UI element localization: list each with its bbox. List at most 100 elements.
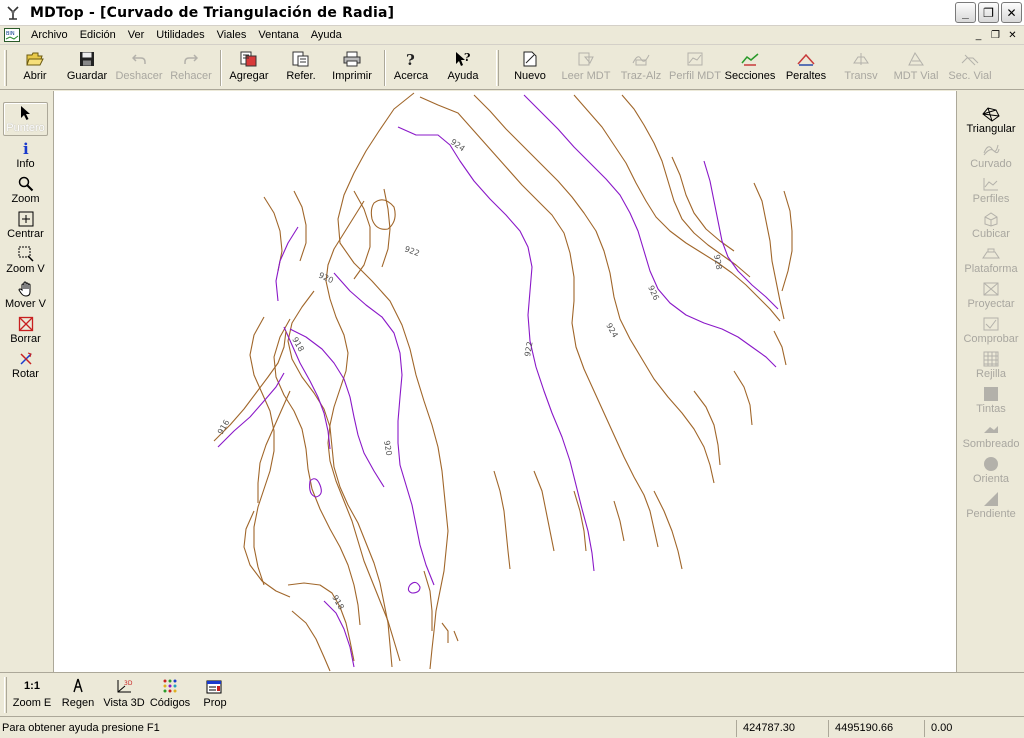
rotar-tool[interactable]: Rotar <box>3 350 48 380</box>
zoom-e-button[interactable]: 1:1 Zoom E <box>13 677 52 713</box>
rehacer-button[interactable]: Rehacer <box>168 50 214 86</box>
toolbar-grip[interactable] <box>4 677 7 713</box>
refer-button[interactable]: Refer. <box>283 50 319 86</box>
rejilla-tool[interactable]: Rejilla <box>961 350 1021 380</box>
leer-mdt-button[interactable]: Leer MDT <box>560 50 612 86</box>
contour-line <box>473 94 715 484</box>
pendiente-label: Pendiente <box>966 508 1016 520</box>
orienta-tool[interactable]: Orienta <box>961 455 1021 485</box>
contour-label: 920 <box>382 440 394 457</box>
perfiles-tool[interactable]: Perfiles <box>961 175 1021 205</box>
main-toolbar: Abrir Guardar Deshacer Rehacer Agregar R… <box>0 46 1024 90</box>
pendiente-tool[interactable]: Pendiente <box>961 490 1021 520</box>
proyectar-tool[interactable]: Proyectar <box>961 280 1021 310</box>
mdi-restore-button[interactable]: ❐ <box>988 28 1003 42</box>
status-y-coordinate: 4495190.66 <box>828 720 924 737</box>
contour-line <box>533 470 555 552</box>
contour-label: 918 <box>290 336 305 354</box>
ayuda-button[interactable]: ? Ayuda <box>444 50 482 86</box>
contour-label: 916 <box>216 418 231 436</box>
mdi-close-button[interactable]: ✕ <box>1005 28 1020 42</box>
tintas-tool[interactable]: Tintas <box>961 385 1021 415</box>
peraltes-button[interactable]: Peraltes <box>783 50 829 86</box>
codigos-button[interactable]: Códigos <box>150 677 190 713</box>
plataforma-tool[interactable]: Plataforma <box>961 245 1021 275</box>
tint-icon <box>983 385 999 403</box>
ayuda-label: Ayuda <box>447 70 479 82</box>
menu-ver[interactable]: Ver <box>122 27 151 44</box>
contour-line <box>323 600 355 668</box>
toolbar-grip[interactable] <box>496 50 499 86</box>
zoom-v-tool[interactable]: Zoom V <box>3 245 48 275</box>
prop-label: Prop <box>203 697 227 709</box>
sec-vial-button[interactable]: Sec. Vial <box>948 50 992 86</box>
cubicar-tool[interactable]: Cubicar <box>961 210 1021 240</box>
center-icon <box>18 210 34 228</box>
contour-line <box>275 226 299 302</box>
svg-text:3D: 3D <box>124 680 133 687</box>
imprimir-button[interactable]: Imprimir <box>330 50 374 86</box>
svg-text:?: ? <box>464 51 470 64</box>
svg-text:?: ? <box>406 51 415 67</box>
superelevation-icon <box>797 50 815 68</box>
drawing-canvas[interactable]: 924 922 920 918 916 922 924 926 928 920 … <box>54 91 956 672</box>
window-title: MDTop - [Curvado de Triangulación de Rad… <box>30 4 395 21</box>
puntero-tool[interactable]: Puntero <box>3 102 48 136</box>
help-pointer-icon: ? <box>454 50 472 68</box>
centrar-tool[interactable]: Centrar <box>3 210 48 240</box>
profile-icon <box>686 50 704 68</box>
deshacer-button[interactable]: Deshacer <box>114 50 164 86</box>
maximize-button[interactable]: ❐ <box>978 2 999 23</box>
comprobar-tool[interactable]: Comprobar <box>961 315 1021 345</box>
reference-icon <box>292 50 310 68</box>
zoom-v-label: Zoom V <box>6 263 45 275</box>
rejilla-label: Rejilla <box>976 368 1006 380</box>
rehacer-label: Rehacer <box>170 70 212 82</box>
sombreado-tool[interactable]: Sombreado <box>961 420 1021 450</box>
info-tool[interactable]: i Info <box>3 140 48 170</box>
info-icon: i <box>22 140 30 158</box>
close-button[interactable]: ✕ <box>1001 2 1022 23</box>
contour-label: 918 <box>330 594 345 612</box>
app-icon[interactable] <box>4 4 22 22</box>
secciones-button[interactable]: Secciones <box>724 50 776 86</box>
deshacer-label: Deshacer <box>115 70 163 82</box>
perfil-mdt-button[interactable]: Perfil MDT <box>669 50 721 86</box>
guardar-button[interactable]: Guardar <box>64 50 110 86</box>
acerca-button[interactable]: ? Acerca <box>392 50 430 86</box>
prop-button[interactable]: Prop <box>200 677 230 713</box>
secciones-label: Secciones <box>724 70 776 82</box>
menu-viales[interactable]: Viales <box>211 27 253 44</box>
borrar-label: Borrar <box>10 333 41 345</box>
mdt-vial-button[interactable]: MDT Vial <box>893 50 939 86</box>
menu-utilidades[interactable]: Utilidades <box>150 27 210 44</box>
borrar-tool[interactable]: Borrar <box>3 315 48 345</box>
document-icon[interactable]: BIN <box>3 27 21 43</box>
minimize-button[interactable]: _ <box>955 2 976 23</box>
leer-mdt-label: Leer MDT <box>561 70 611 82</box>
menu-ventana[interactable]: Ventana <box>252 27 304 44</box>
regen-button[interactable]: Regen <box>60 677 96 713</box>
traz-alz-button[interactable]: Traz-Alz <box>619 50 663 86</box>
triangular-tool[interactable]: Triangular <box>961 105 1021 135</box>
contour-line <box>671 156 735 252</box>
bottom-toolbar: 1:1 Zoom E Regen 3D Vista 3D Códigos Pro… <box>0 672 1024 716</box>
regen-icon <box>72 677 84 695</box>
mdi-minimize-button[interactable]: _ <box>971 28 986 42</box>
plataforma-label: Plataforma <box>964 263 1018 275</box>
agregar-button[interactable]: Agregar <box>228 50 270 86</box>
menu-ayuda[interactable]: Ayuda <box>305 27 348 44</box>
toolbar-grip[interactable] <box>4 50 7 86</box>
transv-button[interactable]: Transv <box>842 50 880 86</box>
contour-line <box>263 196 283 272</box>
zoom-tool[interactable]: Zoom <box>3 175 48 205</box>
vista-3d-button[interactable]: 3D Vista 3D <box>103 677 145 713</box>
menu-archivo[interactable]: Archivo <box>25 27 74 44</box>
mover-v-tool[interactable]: Mover V <box>3 280 48 310</box>
nuevo-button[interactable]: Nuevo <box>512 50 548 86</box>
contour-line <box>653 490 683 570</box>
road-section-icon <box>961 50 979 68</box>
menu-edicion[interactable]: Edición <box>74 27 122 44</box>
abrir-button[interactable]: Abrir <box>16 50 54 86</box>
curvado-tool[interactable]: Curvado <box>961 140 1021 170</box>
